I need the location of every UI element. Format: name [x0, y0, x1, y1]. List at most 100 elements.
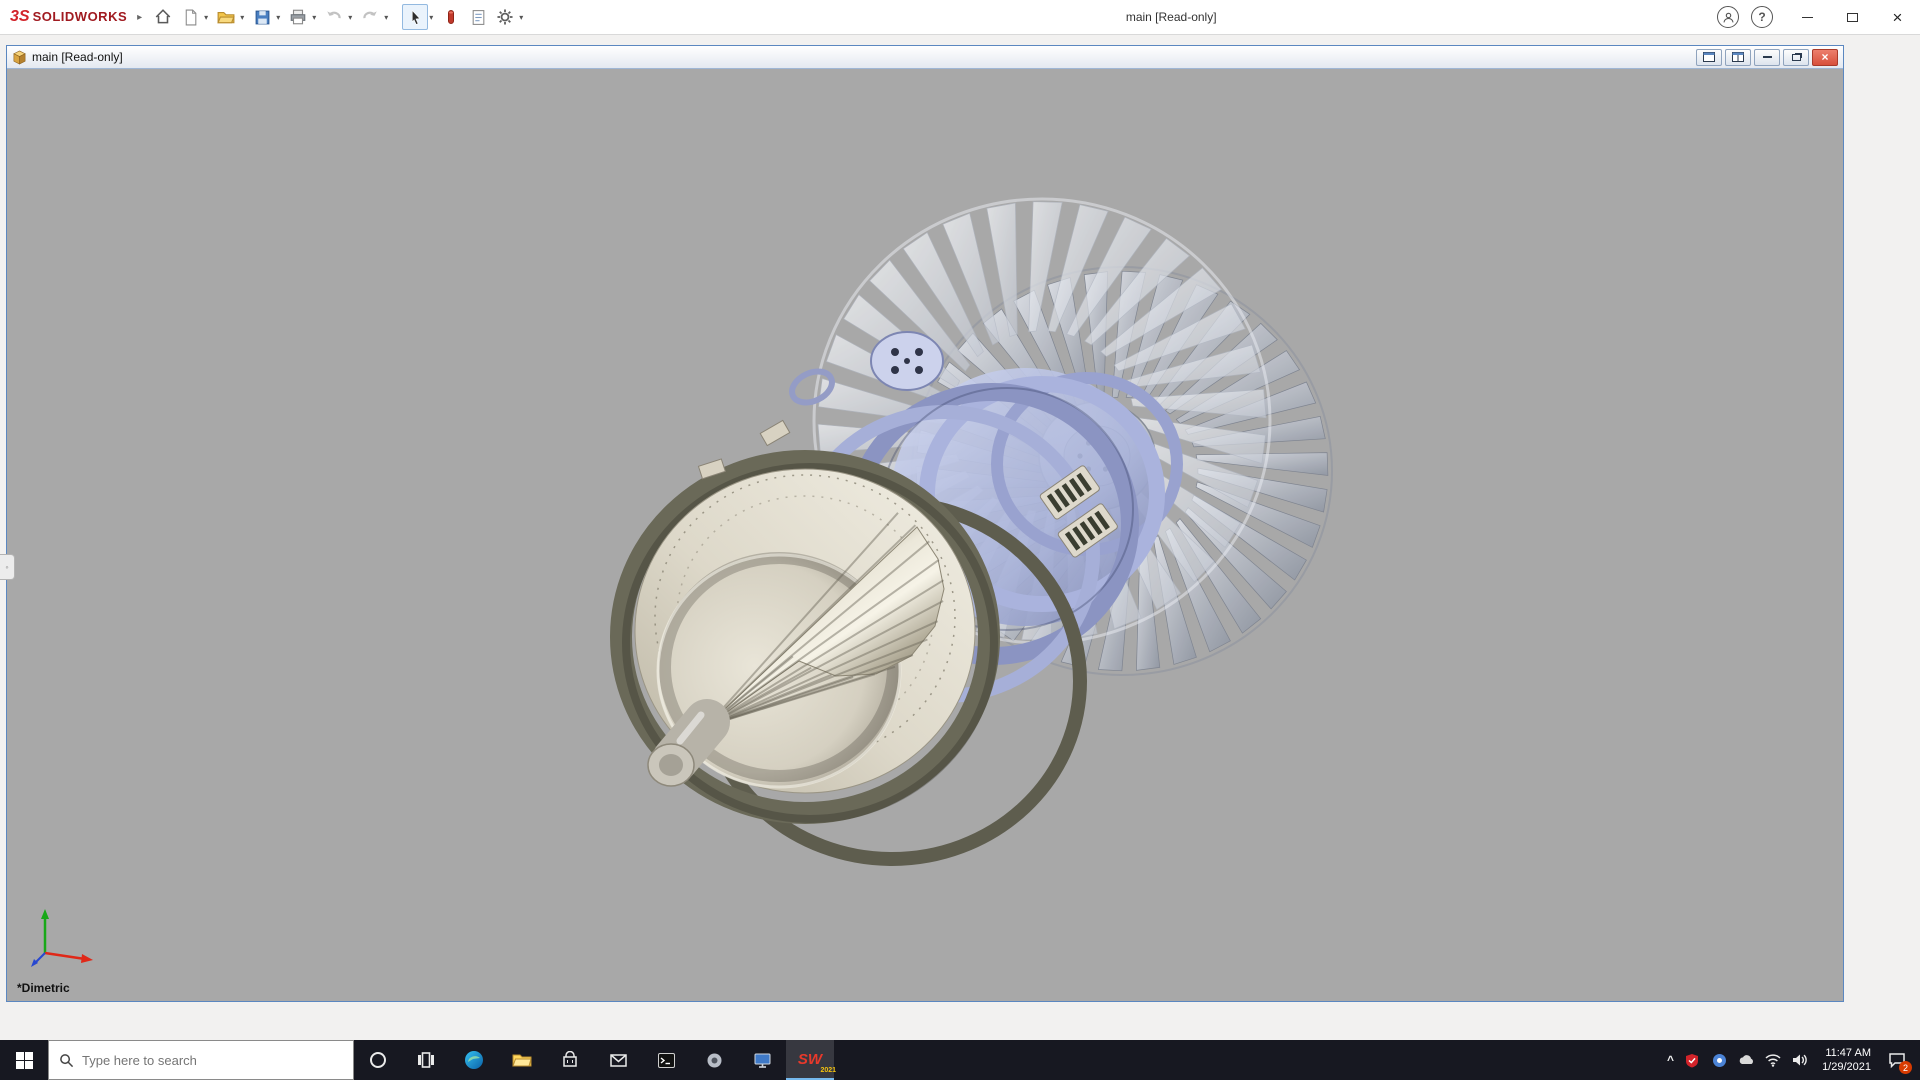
clock-time: 11:47 AM — [1825, 1047, 1871, 1059]
home-icon — [155, 9, 171, 24]
volume-icon[interactable] — [1791, 1051, 1809, 1069]
instant3d-button[interactable] — [438, 4, 464, 30]
pane-window-split-icon — [1732, 52, 1744, 62]
search-icon — [60, 1053, 74, 1067]
notification-badge: 2 — [1899, 1061, 1912, 1074]
doc-restore-icon — [1791, 53, 1801, 61]
new-document-button[interactable] — [177, 4, 203, 30]
workspace: ◦ main [Read-only] × *Dimetric — [0, 35, 1920, 1040]
view-triad[interactable] — [29, 901, 103, 973]
save-floppy-icon — [255, 10, 270, 24]
dropdown-caret[interactable]: ▾ — [240, 13, 244, 22]
gear-app-icon — [707, 1053, 721, 1067]
dropdown-caret[interactable]: ▾ — [519, 13, 523, 22]
brand-mark-icon: 3S — [10, 8, 30, 25]
solidworks-app-icon: SW 2021 — [797, 1050, 837, 1074]
maximize-button[interactable] — [1830, 0, 1875, 35]
mail-envelope-icon — [609, 1053, 627, 1067]
gear-icon — [497, 9, 513, 25]
brand-name: SOLIDWORKS — [32, 9, 128, 24]
dropdown-caret[interactable]: ▾ — [429, 13, 433, 22]
onedrive-cloud-icon[interactable] — [1737, 1051, 1755, 1069]
maximize-icon — [1847, 12, 1858, 22]
doc-minimize-button[interactable] — [1754, 48, 1780, 66]
clock-date: 1/29/2021 — [1822, 1061, 1871, 1073]
dropdown-caret[interactable]: ▾ — [312, 13, 316, 22]
store-app-button[interactable] — [546, 1040, 594, 1080]
close-button[interactable]: × — [1875, 0, 1920, 35]
action-center-button[interactable]: 2 — [1884, 1047, 1912, 1074]
network-wifi-icon[interactable] — [1764, 1051, 1782, 1069]
dropdown-caret[interactable]: ▾ — [204, 13, 208, 22]
save-button[interactable] — [249, 4, 275, 30]
dropdown-caret[interactable]: ▾ — [276, 13, 280, 22]
cortana-icon — [370, 1052, 386, 1068]
dropdown-caret[interactable]: ▾ — [384, 13, 388, 22]
cortana-button[interactable] — [354, 1040, 402, 1080]
home-button[interactable] — [150, 4, 176, 30]
assembly-cube-icon — [13, 50, 26, 65]
document-titlebar[interactable]: main [Read-only] × — [7, 46, 1843, 69]
display-pane-right-button[interactable] — [1725, 48, 1751, 66]
mail-app-button[interactable] — [594, 1040, 642, 1080]
panel-flyout-tab[interactable]: ◦ — [0, 554, 15, 580]
open-folder-icon — [217, 11, 235, 24]
undo-icon — [327, 11, 341, 19]
viewport-3d[interactable]: *Dimetric — [7, 69, 1843, 1001]
taskbar: SW2021 ^ 11:47 AM 1/29/2021 — [0, 1040, 1920, 1080]
task-view-button[interactable] — [402, 1040, 450, 1080]
terminal-icon — [657, 1052, 675, 1068]
file-explorer-button[interactable] — [498, 1040, 546, 1080]
pane-window-icon — [1703, 52, 1715, 62]
dropdown-caret[interactable]: ▾ — [348, 13, 352, 22]
doc-close-button[interactable]: × — [1812, 48, 1838, 66]
display-app-button[interactable] — [738, 1040, 786, 1080]
sw-year-badge: 2021 — [820, 1066, 837, 1074]
print-icon — [290, 9, 306, 25]
windows-logo-icon — [15, 1051, 33, 1069]
search-input[interactable] — [82, 1052, 312, 1068]
file-explorer-icon — [512, 1054, 532, 1067]
minimize-button[interactable] — [1785, 0, 1830, 35]
system-tray: ^ 11:47 AM 1/29/2021 2 — [1667, 1040, 1920, 1080]
close-icon: × — [1892, 7, 1903, 27]
doc-restore-button[interactable] — [1783, 48, 1809, 66]
start-button[interactable] — [0, 1040, 48, 1080]
engine-model[interactable] — [7, 69, 1843, 1001]
display-monitor-icon — [754, 1053, 770, 1068]
taskbar-clock[interactable]: 11:47 AM 1/29/2021 — [1818, 1046, 1875, 1074]
design-report-button[interactable] — [465, 4, 491, 30]
solidworks-logo: 3S SOLIDWORKS — [10, 8, 127, 26]
select-tool-button[interactable] — [402, 4, 429, 30]
red-capsule-icon — [448, 10, 455, 24]
options-button[interactable] — [492, 4, 518, 30]
toolbar-expander-arrow[interactable]: ▸ — [137, 12, 142, 23]
undo-button[interactable] — [321, 4, 347, 30]
screen: 3S SOLIDWORKS ▸ ▾ ▾ ▾ ▾ ▾ ▾ ▾ ▾ main [Re… — [0, 0, 1920, 1080]
document-title: main [Read-only] — [32, 50, 123, 64]
minimize-icon — [1802, 16, 1813, 18]
titlebar-right-controls: ? × — [1717, 0, 1920, 34]
taskbar-search[interactable] — [48, 1040, 354, 1080]
task-view-icon — [418, 1052, 434, 1068]
account-icon[interactable] — [1717, 6, 1739, 28]
redo-button[interactable] — [357, 4, 383, 30]
solidworks-taskbar-button[interactable]: SW 2021 — [786, 1040, 837, 1080]
redo-icon — [363, 11, 377, 19]
app-titlebar[interactable]: 3S SOLIDWORKS ▸ ▾ ▾ ▾ ▾ ▾ ▾ ▾ ▾ main [Re… — [0, 0, 1920, 35]
open-button[interactable] — [213, 4, 239, 30]
teams-icon[interactable] — [1710, 1051, 1728, 1069]
new-document-icon — [185, 9, 197, 25]
edge-app-button[interactable] — [450, 1040, 498, 1080]
terminal-app-button[interactable] — [642, 1040, 690, 1080]
security-shield-icon[interactable] — [1683, 1051, 1701, 1069]
doc-minimize-icon — [1762, 56, 1772, 58]
print-button[interactable] — [285, 4, 311, 30]
app-window-title: main [Read-only] — [1125, 10, 1217, 24]
tray-expand-chevron[interactable]: ^ — [1667, 1053, 1674, 1067]
help-icon[interactable]: ? — [1751, 6, 1773, 28]
display-pane-left-button[interactable] — [1696, 48, 1722, 66]
person-icon — [1722, 12, 1734, 22]
document-window: main [Read-only] × *Dimetric — [6, 45, 1844, 1002]
settings-gear-app-button[interactable] — [690, 1040, 738, 1080]
